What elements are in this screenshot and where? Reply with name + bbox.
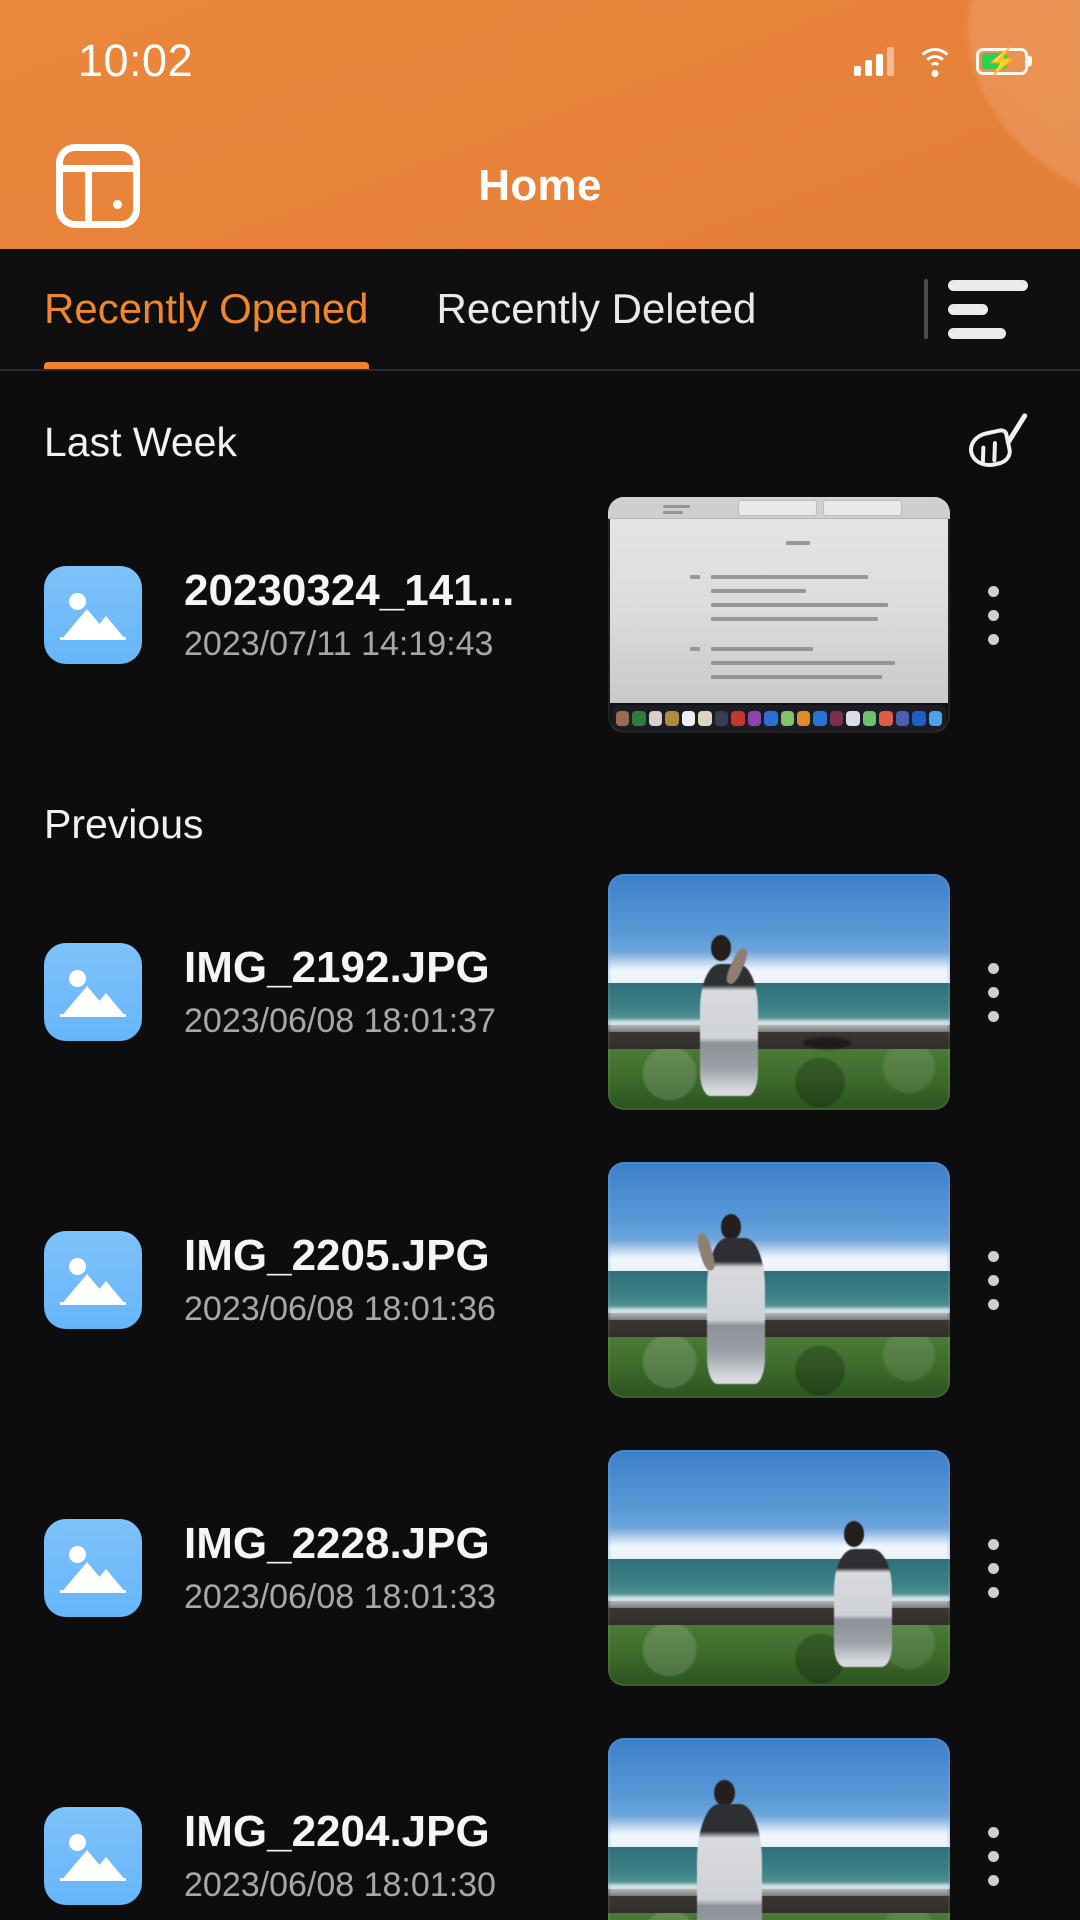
file-thumbnail-photo[interactable]: [608, 1738, 950, 1920]
file-name: IMG_2204.JPG: [184, 1807, 490, 1857]
list-item[interactable]: IMG_2192.JPG 2023/06/08 18:01:37: [0, 848, 1080, 1136]
layout-panel-icon[interactable]: [56, 143, 140, 228]
list-item[interactable]: IMG_2205.JPG 2023/06/08 18:01:36: [0, 1136, 1080, 1424]
file-meta: IMG_2204.JPG 2023/06/08 18:01:30: [142, 1807, 608, 1904]
list-item[interactable]: IMG_2228.JPG 2023/06/08 18:01:33: [0, 1424, 1080, 1712]
section-title: Last Week: [44, 418, 237, 465]
list-item[interactable]: IMG_2204.JPG 2023/06/08 18:01:30: [0, 1712, 1080, 1920]
tab-divider: [924, 279, 928, 339]
more-vertical-icon[interactable]: [950, 1538, 1036, 1598]
signal-bars-icon: [854, 46, 894, 76]
status-bar-clock: 10:02: [78, 35, 194, 86]
file-meta: IMG_2228.JPG 2023/06/08 18:01:33: [142, 1519, 608, 1616]
more-vertical-icon[interactable]: [950, 1826, 1036, 1886]
file-thumbnail-photo[interactable]: [608, 874, 950, 1110]
file-date: 2023/06/08 18:01:37: [184, 1001, 496, 1040]
header-bar: Home: [0, 122, 1080, 249]
more-vertical-icon[interactable]: [950, 1250, 1036, 1310]
wifi-icon: [916, 46, 954, 77]
section-title: Previous: [44, 801, 204, 847]
image-file-icon: [44, 1519, 142, 1617]
file-thumbnail-document[interactable]: [608, 497, 950, 733]
section-header-previous: Previous: [0, 759, 1080, 848]
file-name: IMG_2228.JPG: [184, 1519, 490, 1569]
image-file-icon: [44, 566, 142, 664]
beach-photo-preview: [608, 1450, 950, 1686]
beach-photo-preview: [608, 1738, 950, 1920]
beach-photo-preview: [608, 1162, 950, 1398]
status-bar-icons: ⚡: [854, 46, 1028, 77]
beach-photo-preview: [608, 874, 950, 1110]
more-vertical-icon[interactable]: [950, 585, 1036, 645]
tab-list: Recently Opened Recently Deleted F: [0, 249, 918, 369]
tab-recently-opened[interactable]: Recently Opened: [0, 249, 403, 369]
file-name: IMG_2192.JPG: [184, 943, 490, 993]
tab-third-clipped[interactable]: F: [790, 249, 824, 369]
file-date: 2023/06/08 18:01:33: [184, 1577, 496, 1616]
list-item[interactable]: 20230324_141... 2023/07/11 14:19:43: [0, 471, 1080, 759]
section-header-last-week: Last Week: [0, 371, 1080, 471]
file-date: 2023/06/08 18:01:30: [184, 1865, 496, 1904]
file-meta: IMG_2192.JPG 2023/06/08 18:01:37: [142, 943, 608, 1040]
battery-charging-icon: ⚡: [976, 47, 1028, 75]
sort-list-icon[interactable]: [948, 279, 1080, 339]
status-bar: 10:02 ⚡: [0, 0, 1080, 122]
file-thumbnail-photo[interactable]: [608, 1450, 950, 1686]
app-header: 10:02 ⚡ Home: [0, 0, 1080, 249]
file-meta: 20230324_141... 2023/07/11 14:19:43: [142, 566, 608, 663]
broom-clear-icon[interactable]: [965, 412, 1029, 471]
file-date: 2023/07/11 14:19:43: [184, 624, 494, 663]
dock-preview: [612, 705, 946, 731]
tab-label: Recently Deleted: [436, 285, 757, 332]
more-vertical-icon[interactable]: [950, 962, 1036, 1022]
file-date: 2023/06/08 18:01:36: [184, 1289, 496, 1328]
image-file-icon: [44, 1807, 142, 1905]
file-list-content[interactable]: Last Week 20230324_141... 2023/07/11 14:…: [0, 371, 1080, 1920]
file-name: IMG_2205.JPG: [184, 1231, 490, 1281]
tab-label: Recently Opened: [44, 285, 369, 332]
document-screenshot-preview: [608, 497, 950, 733]
file-name: 20230324_141...: [184, 566, 515, 616]
file-thumbnail-photo[interactable]: [608, 1162, 950, 1398]
tab-recently-deleted[interactable]: Recently Deleted: [403, 249, 791, 369]
file-meta: IMG_2205.JPG 2023/06/08 18:01:36: [142, 1231, 608, 1328]
image-file-icon: [44, 943, 142, 1041]
tab-bar: Recently Opened Recently Deleted F: [0, 249, 1080, 371]
page-title: Home: [478, 160, 602, 210]
image-file-icon: [44, 1231, 142, 1329]
